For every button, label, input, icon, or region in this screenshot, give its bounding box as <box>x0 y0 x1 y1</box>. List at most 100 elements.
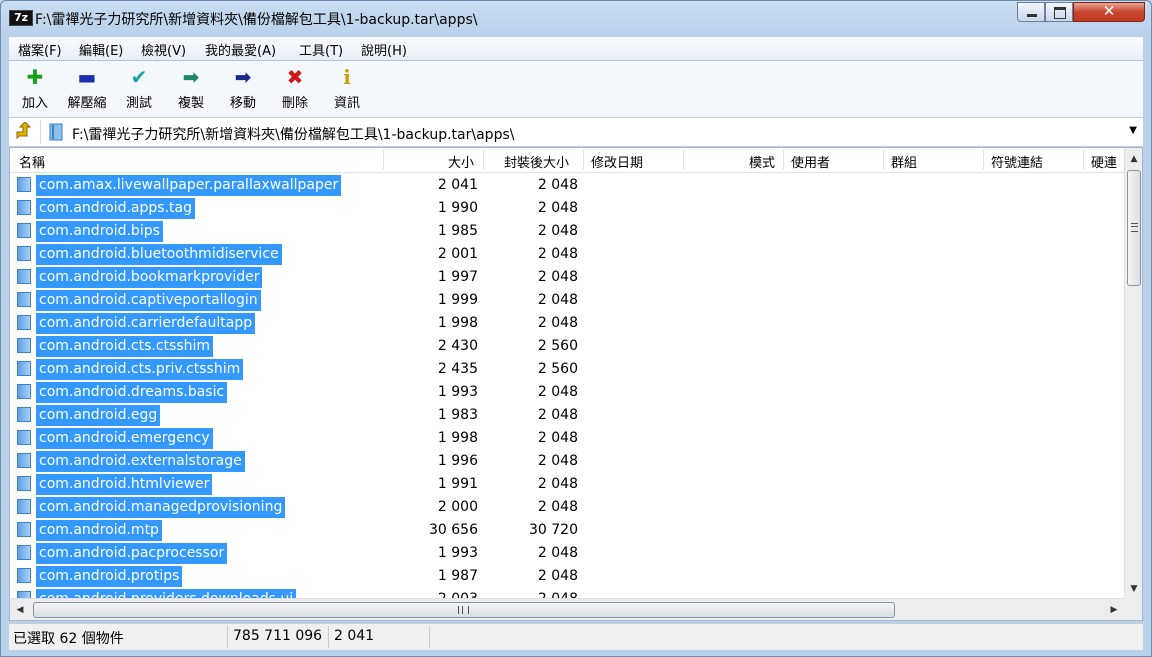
file-row[interactable]: com.android.managedprovisioning 2 000 2 04… <box>10 495 1124 518</box>
title-bar[interactable]: 7z F:\雷禪光子力研究所\新增資料夾\備份檔解包工具\1-backup.ta… <box>1 1 1151 35</box>
horizontal-scrollbar[interactable]: ◀ ▶ <box>10 598 1124 620</box>
file-row[interactable]: com.android.carrierdefaultapp 1 998 2 048 <box>10 311 1124 334</box>
folder-icon <box>17 407 31 422</box>
list-header: 名稱 大小 封裝後大小 修改日期 模式 使用者 群組 符號連結 硬連 <box>10 148 1124 173</box>
file-packed-size: 2 048 <box>537 453 578 469</box>
file-row[interactable]: com.android.captiveportallogin 1 999 2 048 <box>10 288 1124 311</box>
minimize-button[interactable] <box>1017 2 1045 22</box>
folder-icon <box>17 338 31 353</box>
menu-favorites[interactable]: 我的最愛(A) <box>205 40 276 59</box>
column-divider[interactable] <box>483 150 484 170</box>
file-row[interactable]: com.android.bluetoothmidiservice 2 001 2 0… <box>10 242 1124 265</box>
scroll-right-icon[interactable]: ▶ <box>1106 599 1122 620</box>
menu-view[interactable]: 檢視(V) <box>141 40 186 59</box>
extract-label: 解壓縮 <box>67 96 107 111</box>
column-divider[interactable] <box>383 150 384 170</box>
maximize-button[interactable] <box>1045 2 1073 22</box>
file-packed-size: 2 560 <box>537 361 578 377</box>
file-row[interactable]: com.android.pacprocessor 1 993 2 048 <box>10 541 1124 564</box>
file-list: 名稱 大小 封裝後大小 修改日期 模式 使用者 群組 符號連結 硬連 com.a… <box>9 147 1143 621</box>
file-row[interactable]: com.android.cts.priv.ctsshim 2 435 2 560 <box>10 357 1124 380</box>
column-divider[interactable] <box>983 150 984 170</box>
file-name: com.android.egg <box>36 405 161 426</box>
column-name[interactable]: 名稱 <box>19 152 45 171</box>
file-packed-size: 2 560 <box>537 338 578 354</box>
file-rows: com.amax.livewallpaper.parallaxwallpaper… <box>10 173 1124 598</box>
column-divider[interactable] <box>1083 150 1084 170</box>
folder-icon <box>17 453 31 468</box>
delete-button[interactable]: ✖ 刪除 <box>273 65 317 111</box>
column-modified[interactable]: 修改日期 <box>591 152 643 171</box>
file-row[interactable]: com.android.protips 1 987 2 048 <box>10 564 1124 587</box>
address-field[interactable]: F:\雷禪光子力研究所\新增資料夾\備份檔解包工具\1-backup.tar\a… <box>40 120 1141 144</box>
menu-edit[interactable]: 編輯(E) <box>79 40 123 59</box>
info-button[interactable]: i 資訊 <box>325 65 369 111</box>
column-hardlink[interactable]: 硬連 <box>1091 152 1117 171</box>
file-row[interactable]: com.android.apps.tag 1 990 2 048 <box>10 196 1124 219</box>
file-size: 2 000 <box>437 499 478 515</box>
vertical-scroll-thumb[interactable] <box>1127 170 1141 286</box>
file-row[interactable]: com.android.htmlviewer 1 991 2 048 <box>10 472 1124 495</box>
status-divider <box>328 626 329 648</box>
plus-icon: ✚ <box>26 65 44 89</box>
move-label: 移動 <box>229 96 256 111</box>
column-group[interactable]: 群組 <box>891 152 917 171</box>
file-size: 1 993 <box>437 384 478 400</box>
vertical-scrollbar[interactable]: ▲ ▼ <box>1124 148 1142 598</box>
file-row[interactable]: com.amax.livewallpaper.parallaxwallpaper… <box>10 173 1124 196</box>
column-divider[interactable] <box>583 150 584 170</box>
file-row[interactable]: com.android.mtp 30 656 30 720 <box>10 518 1124 541</box>
add-label: 加入 <box>21 96 48 111</box>
move-arrow-icon: ➡ <box>234 65 252 89</box>
scroll-up-icon[interactable]: ▲ <box>1125 150 1142 168</box>
file-row[interactable]: com.android.cts.ctsshim 2 430 2 560 <box>10 334 1124 357</box>
menu-file[interactable]: 檔案(F) <box>18 40 62 59</box>
file-packed-size: 2 048 <box>537 545 578 561</box>
move-button[interactable]: ➡ 移動 <box>221 65 265 111</box>
file-row[interactable]: com.android.emergency 1 998 2 048 <box>10 426 1124 449</box>
test-button[interactable]: ✔ 測試 <box>117 65 161 111</box>
menu-help[interactable]: 說明(H) <box>361 40 407 59</box>
column-divider[interactable] <box>683 150 684 170</box>
file-size: 2 041 <box>437 177 478 193</box>
folder-icon <box>17 315 31 330</box>
file-row[interactable]: com.android.providers.downloads.ui 2 003 2… <box>10 587 1124 598</box>
menu-tools[interactable]: 工具(T) <box>299 40 343 59</box>
file-size: 1 983 <box>437 407 478 423</box>
file-packed-size: 2 048 <box>537 499 578 515</box>
file-row[interactable]: com.android.bookmarkprovider 1 997 2 048 <box>10 265 1124 288</box>
file-name: com.android.protips <box>36 566 183 587</box>
file-name: com.android.apps.tag <box>36 198 195 219</box>
folder-icon <box>17 591 31 598</box>
column-divider[interactable] <box>783 150 784 170</box>
scroll-down-icon[interactable]: ▼ <box>1125 580 1142 598</box>
folder-icon <box>17 269 31 284</box>
file-packed-size: 2 048 <box>537 177 578 193</box>
file-name: com.android.bookmarkprovider <box>36 267 263 288</box>
column-divider[interactable] <box>883 150 884 170</box>
column-packed[interactable]: 封裝後大小 <box>504 152 569 171</box>
close-button[interactable]: ✕ <box>1073 2 1145 22</box>
file-row[interactable]: com.android.externalstorage 1 996 2 048 <box>10 449 1124 472</box>
info-label: 資訊 <box>333 96 360 111</box>
file-row[interactable]: com.android.dreams.basic 1 993 2 048 <box>10 380 1124 403</box>
column-user[interactable]: 使用者 <box>791 152 830 171</box>
dropdown-arrow-icon[interactable]: ▼ <box>1129 125 1137 136</box>
file-name: com.android.pacprocessor <box>36 543 228 564</box>
folder-icon <box>17 292 31 307</box>
copy-button[interactable]: ➡ 複製 <box>169 65 213 111</box>
file-name: com.android.managedprovisioning <box>36 497 286 518</box>
file-row[interactable]: com.android.egg 1 983 2 048 <box>10 403 1124 426</box>
scroll-left-icon[interactable]: ◀ <box>12 599 28 620</box>
menu-bar: 檔案(F) 編輯(E) 檢視(V) 我的最愛(A) 工具(T) 說明(H) <box>9 37 1143 61</box>
info-icon: i <box>343 65 351 89</box>
horizontal-scroll-thumb[interactable] <box>33 602 895 618</box>
extract-button[interactable]: ▬ 解壓縮 <box>65 65 109 111</box>
column-symlink[interactable]: 符號連結 <box>991 152 1043 171</box>
column-size[interactable]: 大小 <box>448 152 474 171</box>
file-row[interactable]: com.android.bips 1 985 2 048 <box>10 219 1124 242</box>
file-size: 1 997 <box>437 269 478 285</box>
add-button[interactable]: ✚ 加入 <box>13 65 57 111</box>
up-folder-icon[interactable] <box>13 121 33 142</box>
column-mode[interactable]: 模式 <box>749 152 775 171</box>
